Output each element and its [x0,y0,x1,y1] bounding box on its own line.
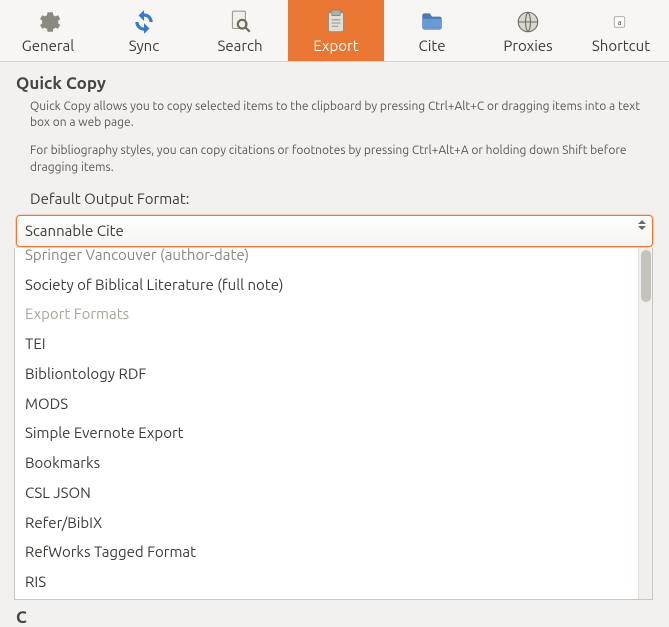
dropdown-option[interactable]: Society of Biblical Literature (full not… [17,270,650,300]
quick-copy-heading: Quick Copy [16,74,653,93]
output-format-label: Default Output Format: [30,190,653,207]
export-panel: Quick Copy Quick Copy allows you to copy… [0,62,669,207]
tab-export[interactable]: Export [288,0,384,61]
tab-label: General [22,37,74,54]
output-format-combobox[interactable]: Scannable Cite [16,215,653,247]
dropdown-option[interactable]: Bibliontology RDF [17,359,650,389]
preferences-toolbar: General Sync Search Export Cite Proxies … [0,0,669,62]
dropdown-option[interactable]: CSL JSON [17,478,650,508]
tab-label: Shortcut [592,37,650,54]
tab-label: Proxies [503,37,552,54]
dropdown-option[interactable]: RIS [17,567,650,597]
search-doc-icon [226,8,254,36]
output-format-dropdown: Springer Vancouver (author-date) Society… [14,248,653,600]
clipboard-icon [322,8,350,36]
quick-copy-help-1: Quick Copy allows you to copy selected i… [16,99,653,131]
dropdown-group-header: Export Formats [17,299,650,329]
tab-label: Cite [419,37,446,54]
dropdown-option[interactable]: Scannable Cite [17,597,650,600]
dropdown-option[interactable]: Springer Vancouver (author-date) [17,248,650,270]
tab-proxies[interactable]: Proxies [480,0,576,61]
dropdown-option[interactable]: TEI [17,329,650,359]
dropdown-scrollbar[interactable] [638,248,652,599]
tab-cite[interactable]: Cite [384,0,480,61]
scroll-thumb[interactable] [641,250,651,302]
combobox-stepper-icon [638,220,646,230]
folder-icon [418,8,446,36]
dropdown-option[interactable]: MODS [17,389,650,419]
dropdown-option[interactable]: Bookmarks [17,448,650,478]
tab-label: Search [217,37,262,54]
tab-label: Export [313,37,358,54]
quick-copy-help-2: For bibliography styles, you can copy ci… [16,143,653,175]
output-format-value: Scannable Cite [25,222,124,239]
truncated-section-heading: C [16,608,669,627]
gear-icon [34,8,62,36]
dropdown-option[interactable]: Simple Evernote Export [17,418,650,448]
sync-icon [130,8,158,36]
tab-label: Sync [129,37,159,54]
tab-shortcut[interactable]: a Shortcut [576,0,666,61]
globe-icon [514,8,542,36]
tab-sync[interactable]: Sync [96,0,192,61]
dropdown-option[interactable]: RefWorks Tagged Format [17,537,650,567]
svg-text:a: a [618,19,622,27]
tab-search[interactable]: Search [192,0,288,61]
key-icon: a [607,8,635,36]
tab-general[interactable]: General [0,0,96,61]
dropdown-option[interactable]: Refer/BibIX [17,508,650,538]
